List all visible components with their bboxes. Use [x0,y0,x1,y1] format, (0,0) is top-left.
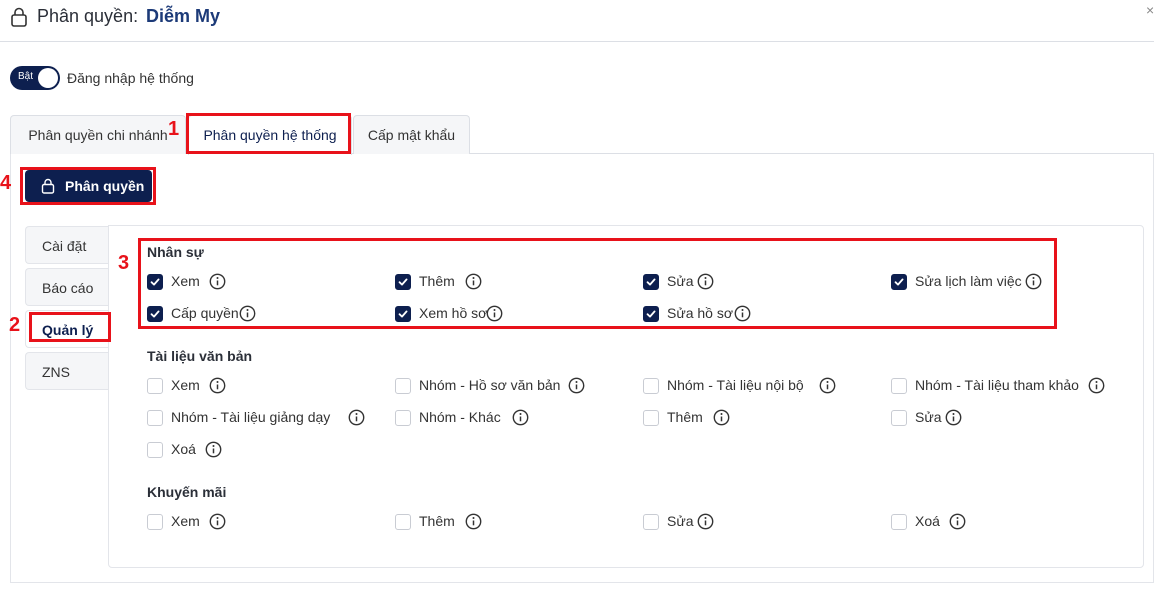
permission-label: Nhóm - Hồ sơ văn bản [419,377,561,393]
annotation-box-4 [20,167,156,205]
permission-checkbox[interactable] [891,378,907,394]
permission-label: Thêm [667,409,703,425]
permission-checkbox[interactable] [395,514,411,530]
permission-checkbox[interactable] [147,410,163,426]
permission-checkbox[interactable] [891,410,907,426]
permission-checkbox[interactable] [395,378,411,394]
permission-label: Xoá [915,513,940,529]
section-title: Khuyến mãi [147,484,227,500]
login-toggle-label: Đăng nhập hệ thống [67,70,194,86]
permission-label: Xem [171,377,200,393]
tab-branch-permission[interactable]: Phân quyền chi nhánh [10,115,186,154]
info-icon[interactable] [568,377,585,394]
annotation-box-1 [186,113,351,154]
tab-password[interactable]: Cấp mật khẩu [353,115,470,154]
login-toggle[interactable]: Bật [10,66,60,90]
annotation-number-2: 2 [9,314,21,336]
info-icon[interactable] [209,513,226,530]
user-name: Diễm My [146,6,221,26]
toggle-knob [38,68,58,88]
lock-icon [11,7,27,27]
sidebar-item-reports[interactable]: Báo cáo [25,268,108,306]
info-icon[interactable] [697,513,714,530]
info-icon[interactable] [945,409,962,426]
permission-label: Nhóm - Tài liệu nội bộ [667,377,804,393]
info-icon[interactable] [209,377,226,394]
permission-label: Nhóm - Khác [419,409,501,425]
permission-label: Sửa [667,513,694,529]
permission-checkbox[interactable] [891,514,907,530]
info-icon[interactable] [949,513,966,530]
info-icon[interactable] [205,441,222,458]
info-icon[interactable] [465,513,482,530]
permission-label: Thêm [419,513,455,529]
sidebar-item-settings[interactable]: Cài đặt [25,226,108,264]
sidebar-item-zns[interactable]: ZNS [25,352,108,390]
permission-checkbox[interactable] [395,410,411,426]
dialog-title: Phân quyền: [37,6,139,26]
permission-checkbox[interactable] [147,378,163,394]
toggle-state-label: Bật [18,71,34,82]
permission-checkbox[interactable] [643,410,659,426]
permission-checkbox[interactable] [147,442,163,458]
annotation-number-4: 4 [0,172,12,194]
info-icon[interactable] [512,409,529,426]
info-icon[interactable] [713,409,730,426]
permission-label: Nhóm - Tài liệu tham khảo [915,377,1079,393]
section-title: Tài liệu văn bản [147,348,253,364]
permission-label: Sửa [915,409,942,425]
dialog-header: Phân quyền: Diễm My × [0,0,1154,42]
permission-checkbox[interactable] [147,514,163,530]
annotation-number-3: 3 [118,252,130,274]
annotation-box-2 [29,312,111,342]
permission-checkbox[interactable] [643,514,659,530]
permission-label: Xoá [171,441,196,457]
permission-label: Xem [171,513,200,529]
info-icon[interactable] [348,409,365,426]
info-icon[interactable] [819,377,836,394]
info-icon[interactable] [1088,377,1105,394]
tab-bar: Phân quyền chi nhánh Phân quyền hệ thống… [10,115,1154,155]
close-icon[interactable]: × [1146,2,1154,18]
permission-checkbox[interactable] [643,378,659,394]
annotation-number-1: 1 [168,118,180,140]
permission-label: Nhóm - Tài liệu giảng dạy [171,409,331,425]
annotation-box-3 [138,238,1057,329]
